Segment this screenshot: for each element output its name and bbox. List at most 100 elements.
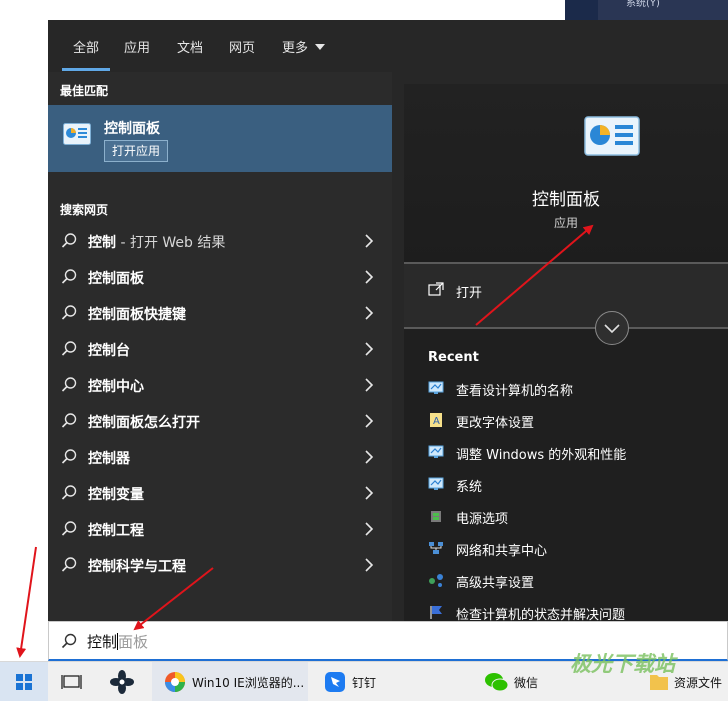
- recent-item-label: 高级共享设置: [456, 576, 535, 591]
- web-result-label: 控制器: [88, 448, 130, 468]
- web-result-bold: 控制器: [88, 451, 130, 467]
- recent-item[interactable]: 高级共享设置: [428, 570, 728, 594]
- web-result-bold: 控制工程: [88, 523, 144, 539]
- web-result-row[interactable]: 控制台: [48, 332, 392, 368]
- tab-all[interactable]: 全部: [73, 37, 99, 56]
- recent-item-label: 系统: [456, 480, 483, 495]
- caret-down-icon: [315, 44, 326, 50]
- chevron-right-icon: [365, 342, 374, 356]
- recent-item-label: 电源选项: [456, 512, 509, 527]
- chevron-right-icon: [365, 486, 374, 500]
- taskbar-wechat[interactable]: 微信: [476, 662, 556, 701]
- tab-documents[interactable]: 文档: [177, 37, 203, 56]
- web-result-row[interactable]: 控制器: [48, 440, 392, 476]
- search-input[interactable]: 控制面板: [87, 631, 148, 652]
- best-match-name: 控制面板: [104, 121, 160, 137]
- chevron-down-icon: [604, 324, 620, 334]
- recent-item[interactable]: 网络和共享中心: [428, 538, 728, 562]
- recent-item-label: 查看设计算机的名称: [456, 384, 574, 399]
- web-result-rest: - 打开 Web 结果: [116, 235, 226, 251]
- open-action[interactable]: 打开: [404, 264, 728, 328]
- wechat-label: 微信: [514, 676, 539, 690]
- chevron-right-icon: [365, 306, 374, 320]
- recent-item[interactable]: 系统: [428, 474, 728, 498]
- chevron-right-icon: [365, 558, 374, 572]
- web-result-row[interactable]: 控制面板: [48, 260, 392, 296]
- web-result-bold: 控制中心: [88, 379, 144, 395]
- search-icon: [61, 341, 77, 356]
- web-result-label: 控制面板: [88, 268, 144, 288]
- search-icon: [61, 377, 77, 392]
- search-icon: [61, 233, 77, 248]
- web-result-bold: 控制面板: [88, 271, 144, 287]
- tab-more[interactable]: 更多: [282, 37, 326, 56]
- tab-more-label: 更多: [282, 41, 309, 56]
- network-icon: [429, 542, 443, 554]
- recent-item[interactable]: 调整 Windows 的外观和性能: [428, 442, 728, 466]
- web-result-row[interactable]: 控制 - 打开 Web 结果: [48, 224, 392, 260]
- tab-apps[interactable]: 应用: [124, 37, 150, 56]
- search-icon: [61, 305, 77, 320]
- web-result-label: 控制中心: [88, 376, 144, 396]
- control-panel-large-icon: [584, 116, 640, 156]
- start-search-panel: 全部 应用 文档 网页 更多 最佳匹配 控制面板 打开应用 搜索网页 控制 - …: [48, 20, 728, 661]
- explorer-label: 资源文件: [674, 676, 723, 690]
- windows-logo-icon: [16, 674, 32, 690]
- filter-tabs: 全部 应用 文档 网页 更多: [48, 20, 728, 72]
- web-result-label: 控制科学与工程: [88, 556, 186, 576]
- preview-subtitle: 应用: [553, 216, 578, 230]
- search-autocomplete-hint: 面板: [118, 633, 149, 651]
- search-icon: [61, 269, 77, 284]
- power-icon: [431, 511, 441, 522]
- web-result-label: 控制面板快捷键: [88, 304, 186, 324]
- monitor-icon: [428, 381, 444, 394]
- collapse-button[interactable]: [595, 311, 629, 345]
- web-result-row[interactable]: 控制变量: [48, 476, 392, 512]
- taskbar-dingtalk[interactable]: 钉钉: [318, 662, 398, 701]
- taskbar-browser-window[interactable]: Win10 IE浏览器的...: [152, 662, 308, 701]
- search-icon: [61, 449, 77, 464]
- chevron-right-icon: [365, 234, 374, 248]
- recent-item[interactable]: 电源选项: [428, 506, 728, 530]
- best-match-item[interactable]: 控制面板 打开应用: [48, 105, 392, 172]
- web-result-bold: 控制台: [88, 343, 130, 359]
- search-icon: [61, 521, 77, 536]
- annotation-arrow-start: [16, 546, 37, 658]
- recent-item-label: 调整 Windows 的外观和性能: [456, 448, 627, 463]
- recent-item[interactable]: A 更改字体设置: [428, 410, 728, 434]
- web-result-row[interactable]: 控制中心: [48, 368, 392, 404]
- active-tab-indicator: [62, 68, 110, 71]
- preview-title: 控制面板: [532, 190, 600, 210]
- chevron-right-icon: [365, 414, 374, 428]
- search-icon: [61, 633, 77, 649]
- web-result-row[interactable]: 控制工程: [48, 512, 392, 548]
- browser-window-label: Win10 IE浏览器的...: [192, 676, 305, 690]
- open-app-button[interactable]: 打开应用: [104, 140, 169, 162]
- results-list: 最佳匹配 控制面板 打开应用 搜索网页 控制 - 打开 Web 结果 控制面板 控制…: [48, 72, 392, 622]
- monitor-icon: [428, 477, 444, 490]
- tab-web[interactable]: 网页: [229, 37, 255, 56]
- recent-item-label: 网络和共享中心: [456, 544, 548, 559]
- web-result-bold: 控制科学与工程: [88, 559, 186, 575]
- monitor-icon: [428, 445, 444, 458]
- taskbar-app-pinwheel[interactable]: [100, 662, 144, 701]
- web-result-label: 控制 - 打开 Web 结果: [88, 232, 225, 252]
- chevron-right-icon: [365, 378, 374, 392]
- preview-header: 控制面板 应用: [404, 84, 728, 263]
- chevron-right-icon: [365, 450, 374, 464]
- chevron-right-icon: [365, 270, 374, 284]
- web-result-row[interactable]: 控制科学与工程: [48, 548, 392, 584]
- svg-text:A: A: [433, 416, 440, 427]
- background-window-label: 系统(Y): [598, 0, 728, 20]
- recent-heading: Recent: [428, 350, 479, 365]
- open-label: 打开: [456, 286, 483, 301]
- start-button[interactable]: [0, 662, 48, 701]
- watermark-logo: 极光下载站: [570, 652, 675, 676]
- divider: [404, 327, 728, 329]
- task-view-button[interactable]: [50, 662, 94, 701]
- wechat-icon: [485, 673, 509, 692]
- recent-item[interactable]: 查看设计算机的名称: [428, 378, 728, 402]
- web-result-row[interactable]: 控制面板怎么打开: [48, 404, 392, 440]
- web-result-bold: 控制变量: [88, 487, 144, 503]
- web-result-row[interactable]: 控制面板快捷键: [48, 296, 392, 332]
